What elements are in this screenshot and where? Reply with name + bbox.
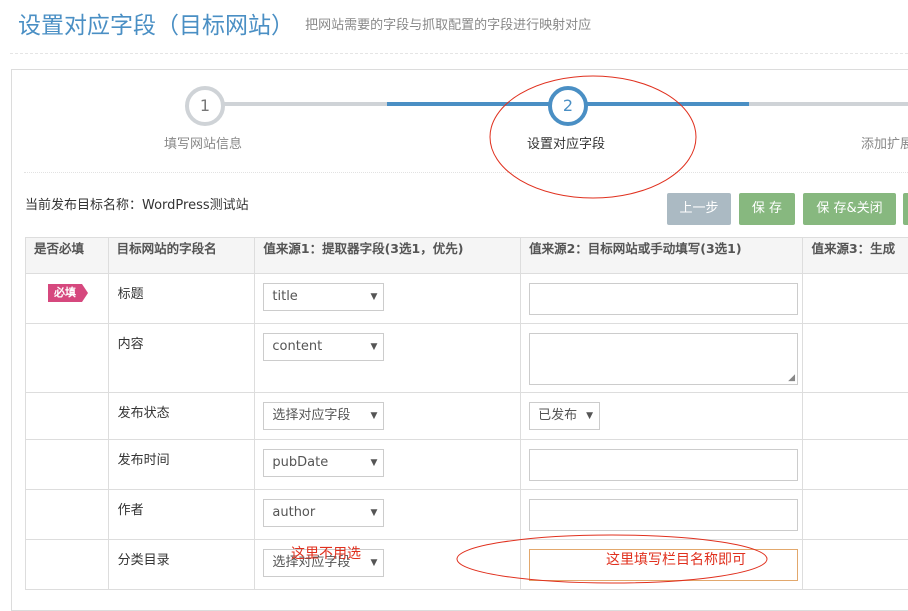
source3-cell [803, 490, 908, 540]
source3-cell [803, 274, 908, 324]
table-row: 发布状态 选择对应字段 ▼ 已发布 ▼ [26, 393, 908, 440]
field-name-cell: 标题 [108, 274, 255, 324]
source3-cell [803, 324, 908, 393]
step-1-number: 1 [200, 96, 210, 115]
page-title: 设置对应字段（目标网站） [18, 13, 294, 39]
source3-cell [803, 540, 908, 590]
source1-select[interactable]: content ▼ [263, 333, 384, 361]
source1-cell: pubDate ▼ [255, 440, 521, 490]
source3-cell [803, 440, 908, 490]
table-row: 发布时间 pubDate ▼ [26, 440, 908, 490]
table-row: 内容 content ▼ ◢ [26, 324, 908, 393]
source3-cell [803, 393, 908, 440]
source2-input[interactable] [529, 449, 798, 481]
field-name-cell: 内容 [108, 324, 255, 393]
table-row: 必填 标题 title ▼ [26, 274, 908, 324]
target-name: 当前发布目标名称：WordPress测试站 [25, 194, 249, 213]
select-value: title [272, 289, 297, 304]
save-close-button[interactable]: 保 存&关闭 [803, 193, 896, 225]
table-header-row: 是否必填 目标网站的字段名 值来源1：提取器字段(3选1，优先) 值来源2：目标… [26, 238, 908, 274]
field-name-cell: 分类目录 [108, 540, 255, 590]
select-value: 选择对应字段 [272, 408, 350, 423]
step-1-label: 填写网站信息 [164, 133, 242, 152]
table-row: 分类目录 选择对应字段▼ [26, 540, 908, 590]
col-source3: 值来源3：生成 [803, 238, 908, 274]
steps-divider [24, 172, 908, 173]
step-line-1 [222, 102, 387, 106]
step-line-3 [749, 102, 908, 106]
source1-cell: 选择对应字段 ▼ [255, 393, 521, 440]
extra-button[interactable] [903, 193, 908, 225]
field-name: 内容 [109, 324, 255, 352]
source1-cell: content ▼ [255, 324, 521, 393]
source2-note: 这里填写栏目名称即可 [606, 549, 746, 569]
page-subtitle: 把网站需要的字段与抓取配置的字段进行映射对应 [305, 18, 591, 33]
field-name: 标题 [109, 274, 255, 302]
col-required: 是否必填 [26, 238, 109, 274]
select-value: 已发布 [538, 408, 577, 423]
select-value: pubDate [272, 455, 328, 470]
source1-select[interactable]: author ▼ [263, 499, 384, 527]
dropdown-arrow-icon: ▼ [370, 334, 377, 360]
select-value: content [272, 339, 322, 354]
field-mapping-table: 是否必填 目标网站的字段名 值来源1：提取器字段(3选1，优先) 值来源2：目标… [25, 237, 908, 590]
source1-note: 这里不用选 [291, 543, 361, 563]
step-2-circle[interactable]: 2 [548, 86, 588, 126]
source2-cell [521, 490, 803, 540]
field-name: 作者 [109, 490, 255, 518]
required-badge: 必填 [48, 284, 82, 302]
required-cell: 必填 [26, 274, 109, 324]
field-name-cell: 作者 [108, 490, 255, 540]
required-cell [26, 324, 109, 393]
required-cell [26, 393, 109, 440]
source1-select[interactable]: pubDate ▼ [263, 449, 384, 477]
col-source1: 值来源1：提取器字段(3选1，优先) [255, 238, 521, 274]
dropdown-arrow-icon: ▼ [370, 500, 377, 526]
select-value: author [272, 505, 315, 520]
source1-select[interactable]: title ▼ [263, 283, 384, 311]
dropdown-arrow-icon: ▼ [370, 284, 377, 310]
source1-cell: author ▼ [255, 490, 521, 540]
save-button[interactable]: 保 存 [739, 193, 795, 225]
field-name: 发布状态 [109, 393, 255, 421]
resize-grip-icon[interactable]: ◢ [788, 373, 795, 383]
dropdown-arrow-icon: ▼ [586, 403, 593, 429]
dropdown-arrow-icon: ▼ [370, 550, 377, 576]
source2-input[interactable] [529, 499, 798, 531]
source1-cell: title ▼ [255, 274, 521, 324]
field-name-cell: 发布状态 [108, 393, 255, 440]
wizard-panel: 1 填写网站信息 2 设置对应字段 添加扩展 当前发布目标名称：WordPres… [11, 69, 908, 611]
source2-cell [521, 274, 803, 324]
field-name: 分类目录 [109, 540, 255, 568]
source2-cell: ◢ [521, 324, 803, 393]
source2-input[interactable] [529, 283, 798, 315]
step-2-label: 设置对应字段 [527, 133, 605, 152]
step-1-circle[interactable]: 1 [185, 86, 225, 126]
col-field-name: 目标网站的字段名 [108, 238, 255, 274]
required-cell [26, 490, 109, 540]
field-name: 发布时间 [109, 440, 255, 468]
field-name-cell: 发布时间 [108, 440, 255, 490]
source2-textarea[interactable]: ◢ [529, 333, 798, 385]
source1-select[interactable]: 选择对应字段 ▼ [263, 402, 384, 430]
source2-cell [521, 440, 803, 490]
step-2-number: 2 [563, 96, 573, 115]
required-cell [26, 440, 109, 490]
col-source2: 值来源2：目标网站或手动填写(3选1) [521, 238, 803, 274]
required-cell [26, 540, 109, 590]
table-row: 作者 author ▼ [26, 490, 908, 540]
page-header: 设置对应字段（目标网站） 把网站需要的字段与抓取配置的字段进行映射对应 [18, 6, 591, 46]
header-divider [10, 53, 908, 54]
prev-step-button[interactable]: 上一步 [667, 193, 731, 225]
dropdown-arrow-icon: ▼ [370, 403, 377, 429]
step-3-label: 添加扩展 [861, 133, 908, 152]
source2-select[interactable]: 已发布 ▼ [529, 402, 600, 430]
source2-cell: 已发布 ▼ [521, 393, 803, 440]
dropdown-arrow-icon: ▼ [370, 450, 377, 476]
